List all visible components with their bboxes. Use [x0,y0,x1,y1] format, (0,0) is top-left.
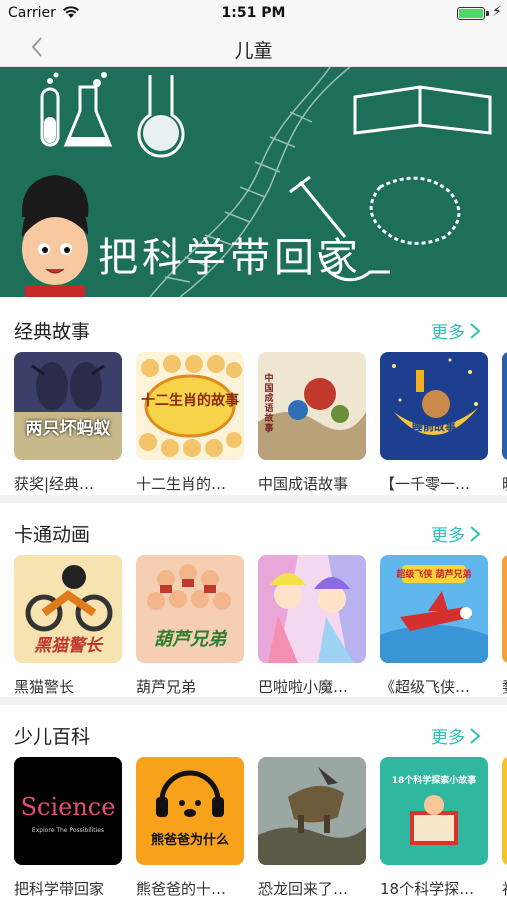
cover-text: 熊爸爸为什么 [150,833,229,848]
cartoon-card[interactable]: 葫芦兄弟 葫芦兄弟 [136,555,244,697]
banner-title: 把科学带回家 [98,235,362,281]
item-row: 黑猫警长 黑猫警长 葫芦兄弟 葫芦兄弟 巴啦啦小魔… 超级飞侠 葫芦兄弟 《超级… [14,555,507,697]
item-caption: 黑猫警长 [14,678,75,696]
battery-icon [457,7,485,20]
more-label: 更多 [431,323,465,343]
chevron-right-icon [470,727,481,744]
cover-text: 18个科学探索小故事 [391,776,477,786]
status-bar: Carrier 1:51 PM ⚡ [0,0,507,28]
cover-text: Science [20,793,116,821]
encyclopedia-card[interactable]: 熊爸爸为什么 熊爸爸的十… [136,757,244,899]
cartoon-card[interactable]: 超级飞侠 葫芦兄弟 《超级飞侠… [380,555,488,697]
item-caption: 婺 [502,676,507,697]
cartoon-card[interactable]: 巴啦啦小魔… [258,555,366,697]
cover-subtext: Explore The Possibilities [31,827,105,834]
cover-image [502,352,507,460]
cover-image: 超级飞侠 葫芦兄弟 [380,555,488,663]
item-caption: 中国成语故事 [258,475,349,493]
cover-image: 熊爸爸为什么 [136,757,244,865]
story-card[interactable]: 晚 [502,352,507,494]
cover-text: 睡前故事 [412,420,456,433]
charging-icon: ⚡ [492,4,502,20]
cover-image [258,555,366,663]
cover-image: 18个科学探索小故事 [380,757,488,865]
item-caption: 获奖|经典… [14,475,95,493]
cover-text: 超级飞侠 葫芦兄弟 [396,570,472,580]
cover-image: 葫芦兄弟 [136,555,244,663]
item-caption: 18个科学探… [380,880,475,898]
chevron-right-icon [470,525,481,542]
item-caption: 熊爸爸的十… [136,880,227,898]
item-caption: 恐龙回来了… [258,880,349,898]
section-encyclopedia: 少儿百科 更多 Science Explore The Possibilitie… [0,704,507,900]
cover-image: 睡前故事 [380,352,488,460]
cover-text: 黑猫警长 [34,636,102,656]
cover-image [502,555,507,663]
cover-text: 葫芦兄弟 [154,629,226,650]
page-title: 儿童 [234,40,273,62]
cover-text: 中国成语故事 [264,374,274,434]
cover-image: 黑猫警长 [14,555,122,663]
cover-image [258,757,366,865]
encyclopedia-card[interactable]: 18个科学探索小故事 18个科学探… [380,757,488,899]
battery-cap [486,11,489,16]
item-caption: 《超级飞侠… [380,678,471,696]
cover-text: 两只坏蚂蚁 [25,419,111,439]
item-caption: 十二生肖的… [136,475,227,493]
item-caption: 葫芦兄弟 [136,678,197,696]
encyclopedia-card[interactable]: Science Explore The Possibilities 把科学带回家 [14,757,122,899]
item-row: Science Explore The Possibilities 把科学带回家… [14,757,507,899]
more-link[interactable]: 更多 [431,318,481,343]
nav-bar: 儿童 [0,28,507,67]
cover-text: 十二生肖的故事 [141,393,239,409]
section-title: 经典故事 [14,321,91,343]
section-cartoons: 卡通动画 更多 黑猫警长 黑猫警长 葫芦兄弟 葫芦兄弟 巴啦啦小魔… 超级飞侠 … [0,502,507,702]
encyclopedia-card[interactable]: 初 [502,757,507,899]
item-caption: 初 [502,878,507,899]
cover-image: 中国成语故事 [258,352,366,460]
item-caption: 晚 [502,473,507,494]
cartoon-card[interactable]: 黑猫警长 黑猫警长 [14,555,122,697]
more-label: 更多 [431,728,465,748]
story-card[interactable]: 睡前故事 【一千零一… [380,352,488,494]
story-card[interactable]: 中国成语故事 中国成语故事 [258,352,366,494]
encyclopedia-card[interactable]: 恐龙回来了… [258,757,366,899]
story-card[interactable]: 十二生肖的故事 十二生肖的… [136,352,244,494]
cover-image: 十二生肖的故事 [136,352,244,460]
item-caption: 把科学带回家 [14,880,105,898]
section-title: 卡通动画 [14,524,91,546]
more-link[interactable]: 更多 [431,723,481,748]
story-card[interactable]: 两只坏蚂蚁 获奖|经典… [14,352,122,494]
banner-carousel[interactable]: 把科学带回家 [0,67,507,297]
item-caption: 巴啦啦小魔… [258,678,349,696]
item-caption: 【一千零一… [380,475,471,493]
more-link[interactable]: 更多 [431,521,481,546]
cover-image: Science Explore The Possibilities [14,757,122,865]
more-label: 更多 [431,526,465,546]
cover-image [502,757,507,865]
section-title: 少儿百科 [14,726,91,748]
chevron-right-icon [470,322,481,339]
item-row: 两只坏蚂蚁 获奖|经典… 十二生肖的故事 十二生肖的… 中国成语故事 中国成语故… [14,352,507,494]
section-classic-stories: 经典故事 更多 两只坏蚂蚁 获奖|经典… 十二生肖的故事 十二生肖的… 中国成语… [0,299,507,499]
clock: 1:51 PM [221,5,286,21]
cartoon-card[interactable]: 婺 [502,555,507,697]
cover-image: 两只坏蚂蚁 [14,352,122,460]
